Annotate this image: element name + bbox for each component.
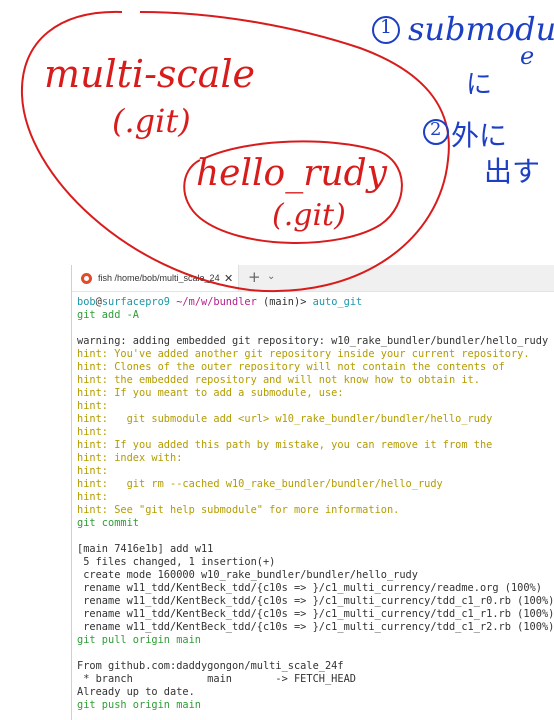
terminal-line: hint: If you meant to add a submodule, u… xyxy=(77,387,344,399)
annotation-dasu: 出す xyxy=(484,155,541,188)
terminal-line: hint: xyxy=(77,465,108,477)
prompt-line: bob@surfacepro9 ~/m/w/bundler (main)> au… xyxy=(77,296,554,309)
terminal-line: warning: adding embedded git repository:… xyxy=(77,335,549,347)
terminal-window: fish /home/bob/multi_scale_24 ✕ + ⌄ bob@… xyxy=(71,265,554,720)
terminal-line: hint: git submodule add <url> w10_rake_b… xyxy=(77,413,493,425)
chevron-down-icon[interactable]: ⌄ xyxy=(267,271,275,282)
tab-bar: fish /home/bob/multi_scale_24 ✕ + ⌄ xyxy=(72,265,554,292)
terminal-line: hint: See "git help submodule" for more … xyxy=(77,504,400,516)
terminal-line: 5 files changed, 1 insertion(+) xyxy=(77,556,276,568)
annotation-circled-two: 2 xyxy=(430,119,442,140)
terminal-line: hint: xyxy=(77,491,108,503)
close-icon[interactable]: ✕ xyxy=(224,272,233,285)
prompt-user: bob xyxy=(77,296,96,308)
terminal-line: hint: Clones of the outer repository wil… xyxy=(77,361,505,373)
terminal-line: git commit xyxy=(77,517,139,529)
terminal-line: hint: If you added this path by mistake,… xyxy=(77,439,493,451)
annotation-ni: に xyxy=(466,70,493,100)
prompt-branch: (main) xyxy=(256,296,301,308)
terminal-line: rename w11_tdd/KentBeck_tdd/{c10s => }/c… xyxy=(77,621,554,633)
annotation-inner-git: (.git) xyxy=(272,198,346,233)
new-tab-button[interactable]: + xyxy=(248,269,261,285)
terminal-line: * branch main -> FETCH_HEAD xyxy=(77,673,356,685)
terminal-output[interactable]: bob@surfacepro9 ~/m/w/bundler (main)> au… xyxy=(77,296,554,712)
annotation-outer-repo-name: multi-scale xyxy=(44,52,256,96)
ubuntu-icon xyxy=(81,272,92,284)
tab-title: fish /home/bob/multi_scale_24 xyxy=(98,273,220,283)
prompt-symbol: > xyxy=(300,296,313,308)
annotation-inner-repo-name: hello_rudy xyxy=(196,153,387,194)
output-lines: git add -A warning: adding embedded git r… xyxy=(77,309,554,712)
terminal-line: git pull origin main xyxy=(77,634,201,646)
terminal-line: hint: git rm --cached w10_rake_bundler/b… xyxy=(77,478,443,490)
terminal-line: Already up to date. xyxy=(77,686,195,698)
terminal-line: rename w11_tdd/KentBeck_tdd/{c10s => }/c… xyxy=(77,608,554,620)
prompt-host: surfacepro9 xyxy=(101,296,171,308)
annotation-outer-git: (.git) xyxy=(112,102,191,140)
terminal-line: hint: xyxy=(77,426,108,438)
terminal-line: [main 7416e1b] add w11 xyxy=(77,543,214,555)
terminal-line: create mode 160000 w10_rake_bundler/bund… xyxy=(77,569,418,581)
terminal-line: git add -A xyxy=(77,309,139,321)
prompt-path: ~/m/w/bundler xyxy=(170,296,257,308)
prompt-command: auto_git xyxy=(312,296,363,308)
annotation-circled-one: 1 xyxy=(380,16,393,38)
terminal-line: rename w11_tdd/KentBeck_tdd/{c10s => }/c… xyxy=(77,595,554,607)
terminal-tab[interactable]: fish /home/bob/multi_scale_24 ✕ xyxy=(72,265,239,291)
terminal-line: hint: xyxy=(77,400,108,412)
terminal-line: From github.com:daddygongon/multi_scale_… xyxy=(77,660,344,672)
terminal-line: hint: the embedded repository and will n… xyxy=(77,374,480,386)
annotation-submodule-note-e: e xyxy=(520,42,535,70)
annotation-soto-ni: 外に xyxy=(451,119,508,152)
terminal-line: git push origin main xyxy=(77,699,201,711)
terminal-line: hint: index with: xyxy=(77,452,183,464)
terminal-line: hint: You've added another git repositor… xyxy=(77,348,530,360)
terminal-line: rename w11_tdd/KentBeck_tdd/{c10s => }/c… xyxy=(77,582,542,594)
